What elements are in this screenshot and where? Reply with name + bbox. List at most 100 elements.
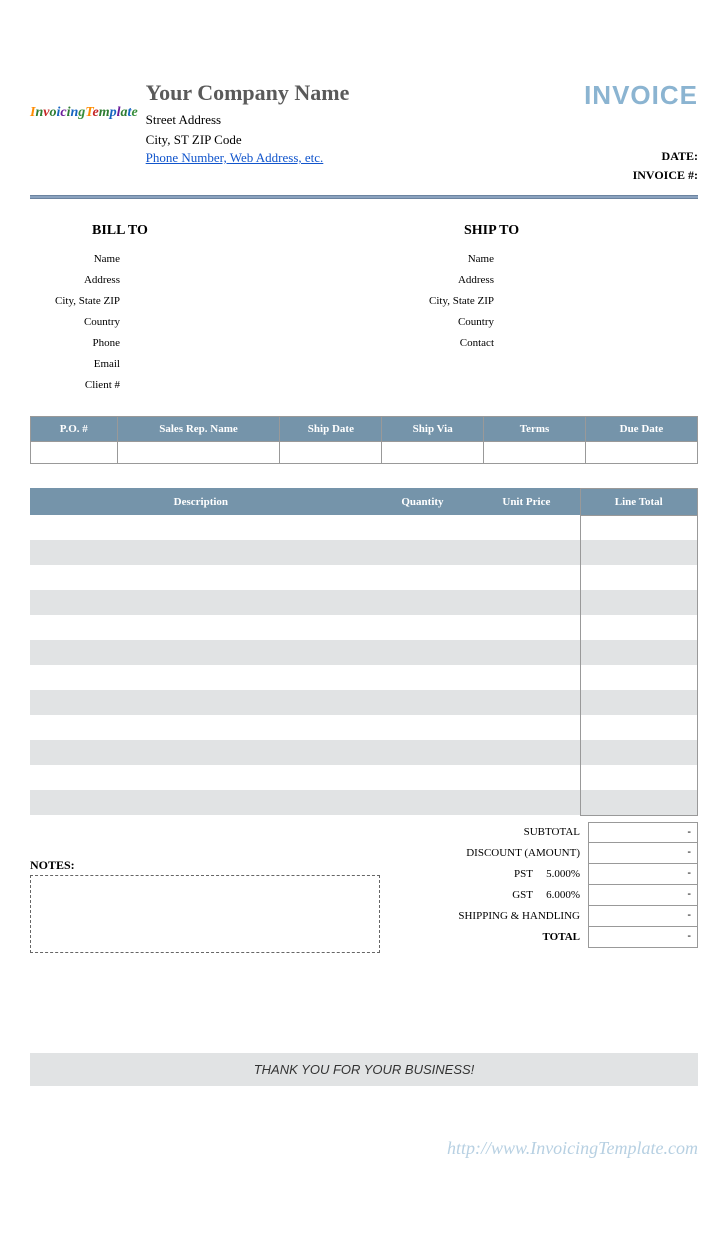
- desc-cell[interactable]: [30, 790, 372, 815]
- price-cell[interactable]: [473, 665, 580, 690]
- item-row: [30, 640, 698, 665]
- desc-cell[interactable]: [30, 740, 372, 765]
- pst-rate: 5.000%: [533, 868, 588, 880]
- items-table: Description Quantity Unit Price Line Tot…: [30, 488, 698, 816]
- qty-cell[interactable]: [372, 565, 473, 590]
- notes-column: NOTES:: [30, 822, 380, 953]
- bill-to-client-label: Client #: [30, 375, 120, 396]
- desc-cell[interactable]: [30, 515, 372, 540]
- qty-cell[interactable]: [372, 690, 473, 715]
- shipvia-cell[interactable]: [382, 441, 484, 463]
- item-row: [30, 615, 698, 640]
- ship-to-heading: SHIP TO: [364, 223, 698, 239]
- shipping-row: SHIPPING & HANDLING -: [380, 906, 698, 927]
- item-row: [30, 790, 698, 815]
- info-header-row: P.O. # Sales Rep. Name Ship Date Ship Vi…: [31, 416, 698, 441]
- due-cell[interactable]: [585, 441, 697, 463]
- price-cell[interactable]: [473, 790, 580, 815]
- gst-label: GST: [380, 889, 533, 901]
- total-cell: [580, 540, 698, 565]
- qty-cell[interactable]: [372, 615, 473, 640]
- item-row: [30, 540, 698, 565]
- logo: InvoicingTemplate: [30, 105, 138, 121]
- price-cell[interactable]: [473, 740, 580, 765]
- qty-cell[interactable]: [372, 665, 473, 690]
- quantity-header: Quantity: [372, 488, 473, 515]
- po-header: P.O. #: [31, 416, 118, 441]
- item-row: [30, 590, 698, 615]
- ship-to-column: SHIP TO Name Address City, State ZIP Cou…: [364, 223, 698, 395]
- price-cell[interactable]: [473, 765, 580, 790]
- bill-to-column: BILL TO Name Address City, State ZIP Cou…: [30, 223, 364, 395]
- qty-cell[interactable]: [372, 765, 473, 790]
- subtotal-row: SUBTOTAL -: [380, 822, 698, 843]
- total-cell: [580, 740, 698, 765]
- bill-to-citystate-label: City, State ZIP: [30, 291, 120, 312]
- desc-cell[interactable]: [30, 765, 372, 790]
- qty-cell[interactable]: [372, 715, 473, 740]
- qty-cell[interactable]: [372, 590, 473, 615]
- total-cell: [580, 590, 698, 615]
- total-row: TOTAL -: [380, 927, 698, 948]
- subtotal-value: -: [588, 822, 698, 843]
- desc-cell[interactable]: [30, 690, 372, 715]
- qty-cell[interactable]: [372, 540, 473, 565]
- desc-cell[interactable]: [30, 590, 372, 615]
- gst-value: -: [588, 885, 698, 906]
- shipdate-cell[interactable]: [280, 441, 382, 463]
- item-row: [30, 515, 698, 540]
- desc-cell[interactable]: [30, 565, 372, 590]
- po-cell[interactable]: [31, 441, 118, 463]
- price-cell[interactable]: [473, 565, 580, 590]
- price-cell[interactable]: [473, 690, 580, 715]
- invoice-number-label: INVOICE #:: [584, 166, 698, 185]
- desc-cell[interactable]: [30, 715, 372, 740]
- summary-area: NOTES: SUBTOTAL - DISCOUNT (AMOUNT) - PS…: [30, 822, 698, 953]
- price-cell[interactable]: [473, 540, 580, 565]
- item-row: [30, 665, 698, 690]
- price-cell[interactable]: [473, 615, 580, 640]
- gst-rate: 6.000%: [533, 889, 588, 901]
- price-cell[interactable]: [473, 590, 580, 615]
- desc-cell[interactable]: [30, 640, 372, 665]
- meta-labels: DATE: INVOICE #:: [584, 147, 698, 185]
- desc-cell[interactable]: [30, 540, 372, 565]
- ship-to-contact-label: Contact: [364, 333, 494, 354]
- terms-cell[interactable]: [484, 441, 586, 463]
- qty-cell[interactable]: [372, 740, 473, 765]
- bill-to-email-label: Email: [30, 354, 120, 375]
- qty-cell[interactable]: [372, 515, 473, 540]
- discount-label: DISCOUNT (AMOUNT): [380, 847, 588, 859]
- shipvia-header: Ship Via: [382, 416, 484, 441]
- line-total-header: Line Total: [580, 488, 698, 515]
- company-contact-link[interactable]: Phone Number, Web Address, etc.: [146, 150, 324, 165]
- items-header-row: Description Quantity Unit Price Line Tot…: [30, 488, 698, 515]
- item-row: [30, 690, 698, 715]
- price-cell[interactable]: [473, 515, 580, 540]
- rep-cell[interactable]: [117, 441, 280, 463]
- ship-to-address-label: Address: [364, 270, 494, 291]
- item-row: [30, 740, 698, 765]
- date-label: DATE:: [584, 147, 698, 166]
- bill-to-country-label: Country: [30, 312, 120, 333]
- rep-header: Sales Rep. Name: [117, 416, 280, 441]
- item-row: [30, 765, 698, 790]
- price-cell[interactable]: [473, 715, 580, 740]
- watermark-url: http://www.InvoicingTemplate.com: [447, 1138, 698, 1159]
- ship-to-name-label: Name: [364, 249, 494, 270]
- price-cell[interactable]: [473, 640, 580, 665]
- qty-cell[interactable]: [372, 640, 473, 665]
- summary-column: SUBTOTAL - DISCOUNT (AMOUNT) - PST 5.000…: [380, 822, 698, 953]
- invoice-title-block: INVOICE DATE: INVOICE #:: [584, 80, 698, 185]
- ship-to-citystate-label: City, State ZIP: [364, 291, 494, 312]
- total-cell: [580, 640, 698, 665]
- info-data-row: [31, 441, 698, 463]
- item-row: [30, 565, 698, 590]
- desc-cell[interactable]: [30, 615, 372, 640]
- qty-cell[interactable]: [372, 790, 473, 815]
- bill-to-address-label: Address: [30, 270, 120, 291]
- desc-cell[interactable]: [30, 665, 372, 690]
- divider: [30, 195, 698, 199]
- discount-row: DISCOUNT (AMOUNT) -: [380, 843, 698, 864]
- notes-box[interactable]: [30, 875, 380, 953]
